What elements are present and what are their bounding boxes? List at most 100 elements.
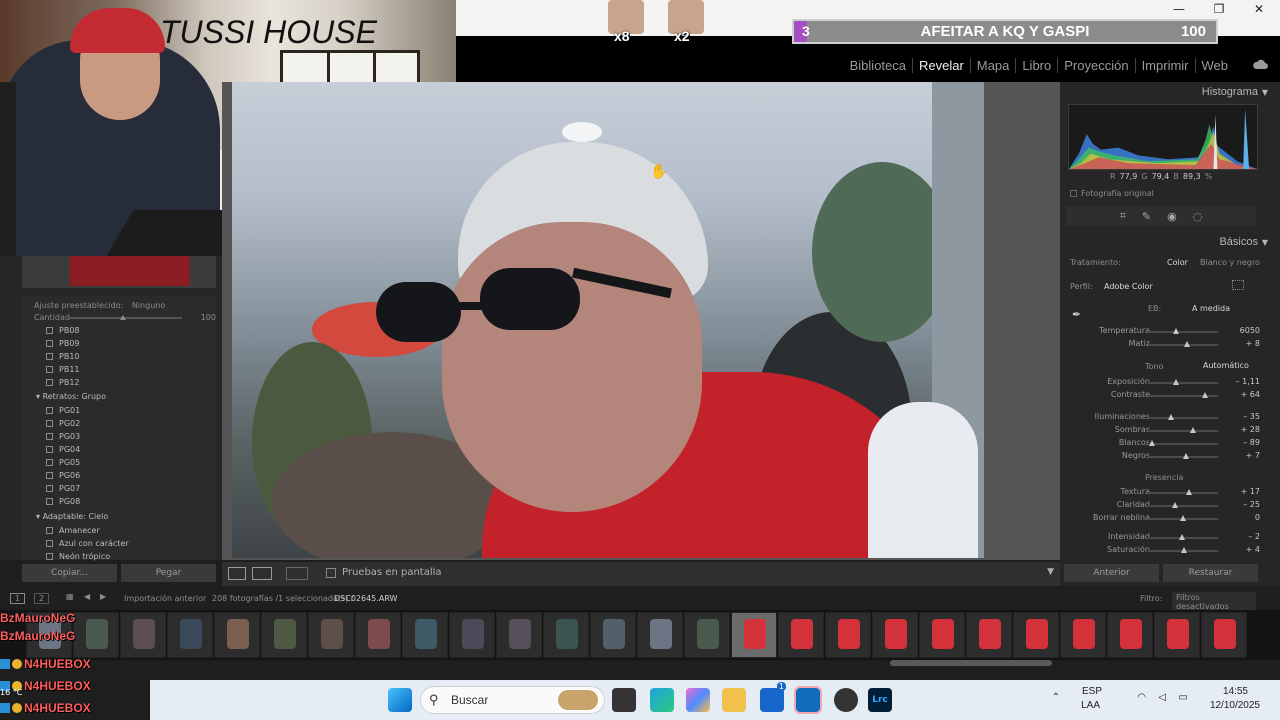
filmstrip-thumbnail[interactable]	[496, 612, 542, 658]
slider-track[interactable]	[1148, 379, 1218, 385]
slider-knob[interactable]	[1168, 414, 1175, 420]
treatment-color[interactable]: Color	[1167, 258, 1188, 267]
screen-1-button[interactable]: 1	[10, 593, 26, 604]
module-libro[interactable]: Libro	[1015, 58, 1057, 73]
filmstrip-thumbnail[interactable]	[872, 612, 918, 658]
slider-track[interactable]	[1148, 534, 1218, 540]
outlook-icon[interactable]	[794, 686, 822, 714]
slider-knob[interactable]	[1181, 547, 1188, 553]
slider-value[interactable]: + 7	[1246, 451, 1260, 460]
lightroom-classic-icon[interactable]: Lrc	[868, 688, 892, 712]
softproof-toggle[interactable]: Pruebas en pantalla	[326, 567, 442, 578]
slider-value[interactable]: 0	[1255, 513, 1260, 522]
copilot-icon[interactable]	[686, 688, 710, 712]
filmstrip-thumbnail[interactable]	[1201, 612, 1247, 658]
slider-row[interactable]: Exposición – 1,11	[1060, 377, 1270, 389]
language-primary[interactable]: ESP	[1082, 686, 1102, 697]
preset-item[interactable]: PG02	[46, 419, 80, 428]
crop-tool-icon[interactable]: ⌗	[1120, 209, 1126, 223]
filmstrip-thumbnail[interactable]	[1013, 612, 1059, 658]
preset-item[interactable]: PG01	[46, 406, 80, 415]
eyedropper-icon[interactable]: ✒	[1072, 308, 1081, 321]
preset-item[interactable]: PG03	[46, 432, 80, 441]
preset-item[interactable]: Neón trópico	[46, 552, 110, 561]
amount-slider[interactable]	[68, 315, 182, 320]
preset-item[interactable]: PB09	[46, 339, 80, 348]
main-photo[interactable]	[232, 82, 984, 558]
close-button[interactable]: ✕	[1244, 2, 1274, 18]
filmstrip-thumbnail[interactable]	[1060, 612, 1106, 658]
before-after-icon[interactable]	[252, 567, 272, 580]
paste-button[interactable]: Pegar	[121, 564, 216, 582]
slider-knob[interactable]	[1179, 534, 1186, 540]
copy-button[interactable]: Copiar...	[22, 564, 117, 582]
start-icon[interactable]	[388, 688, 412, 712]
slider-knob[interactable]	[1173, 379, 1179, 385]
filmstrip-thumbnail[interactable]	[449, 612, 495, 658]
filmstrip-thumbnail[interactable]	[402, 612, 448, 658]
collapse-icon[interactable]: ▼	[1262, 88, 1268, 97]
toolbar-menu-icon[interactable]: ▼	[1047, 567, 1054, 577]
preset-item[interactable]: PG08	[46, 497, 80, 506]
slider-knob[interactable]	[1180, 515, 1186, 521]
preset-item[interactable]: Azul con carácter	[46, 539, 129, 548]
slider-knob[interactable]	[1149, 440, 1156, 446]
slider-value[interactable]: + 64	[1241, 390, 1260, 399]
obs-icon[interactable]	[834, 688, 858, 712]
slider-value[interactable]: + 17	[1241, 487, 1260, 496]
slider-row[interactable]: Blancos – 89	[1060, 438, 1270, 450]
filmstrip-thumbnail[interactable]	[214, 612, 260, 658]
slider-value[interactable]: – 25	[1243, 500, 1260, 509]
slider-value[interactable]: 6050	[1240, 326, 1260, 335]
slider-track[interactable]	[1148, 453, 1218, 459]
maximize-button[interactable]: ❐	[1204, 2, 1234, 18]
taskbar-search[interactable]: ⚲ Buscar	[420, 686, 605, 714]
filmstrip-thumbnail[interactable]	[1107, 612, 1153, 658]
filmstrip-thumbnail[interactable]	[966, 612, 1012, 658]
slider-knob[interactable]	[1173, 328, 1179, 334]
slider-track[interactable]	[1148, 341, 1218, 347]
tray-chevron-icon[interactable]: ⌃	[1052, 692, 1060, 703]
mask-tool-icon[interactable]: ◌	[1193, 210, 1203, 223]
slider-knob[interactable]	[1189, 427, 1196, 433]
filmstrip-thumbnail[interactable]	[261, 612, 307, 658]
slider-row[interactable]: Contraste + 64	[1060, 390, 1270, 402]
softproof-checkbox[interactable]	[326, 567, 336, 578]
treatment-bw[interactable]: Blanco y negro	[1200, 258, 1260, 267]
filmstrip-scrollbar[interactable]	[890, 660, 1052, 666]
preset-item[interactable]: PG04	[46, 445, 80, 454]
preset-item[interactable]: PG07	[46, 484, 80, 493]
slider-track[interactable]	[1148, 440, 1218, 446]
yy-compare-icon[interactable]	[286, 567, 308, 580]
photo-viewport[interactable]: ✋	[222, 82, 1060, 560]
back-icon[interactable]: ◀	[84, 592, 90, 601]
slider-knob[interactable]	[1182, 453, 1189, 459]
wb-select[interactable]: A medida	[1192, 304, 1230, 313]
original-photo-toggle[interactable]: Fotografía original	[1070, 189, 1154, 198]
battery-icon[interactable]: ▭	[1179, 692, 1188, 703]
preset-item[interactable]: PB11	[46, 365, 80, 374]
preset-item[interactable]: PB12	[46, 378, 80, 387]
slider-value[interactable]: – 35	[1243, 412, 1260, 421]
slider-track[interactable]	[1148, 414, 1218, 420]
heal-tool-icon[interactable]: ✎	[1142, 210, 1151, 223]
filmstrip-thumbnail[interactable]	[684, 612, 730, 658]
filmstrip-thumbnail[interactable]	[543, 612, 589, 658]
preset-item[interactable]: PG06	[46, 471, 80, 480]
slider-value[interactable]: – 1,11	[1236, 377, 1260, 386]
filmstrip-thumbnail[interactable]	[919, 612, 965, 658]
task-view-icon[interactable]	[612, 688, 636, 712]
module-imprimir[interactable]: Imprimir	[1134, 58, 1195, 73]
forward-icon[interactable]: ▶	[100, 592, 106, 601]
slider-track[interactable]	[1148, 515, 1218, 521]
preset-item[interactable]: Amanecer	[46, 526, 100, 535]
slider-track[interactable]	[1148, 392, 1218, 398]
collapse-icon[interactable]: ▼	[1262, 238, 1268, 247]
edge-icon[interactable]	[650, 688, 674, 712]
profile-select[interactable]: Adobe Color	[1104, 282, 1153, 291]
current-filename[interactable]: DSC02645.ARW	[334, 594, 397, 603]
filmstrip-thumbnail[interactable]	[308, 612, 354, 658]
slider-value[interactable]: – 2	[1248, 532, 1260, 541]
slider-knob[interactable]	[1171, 502, 1178, 508]
slider-row[interactable]: Textura + 17	[1060, 487, 1270, 499]
